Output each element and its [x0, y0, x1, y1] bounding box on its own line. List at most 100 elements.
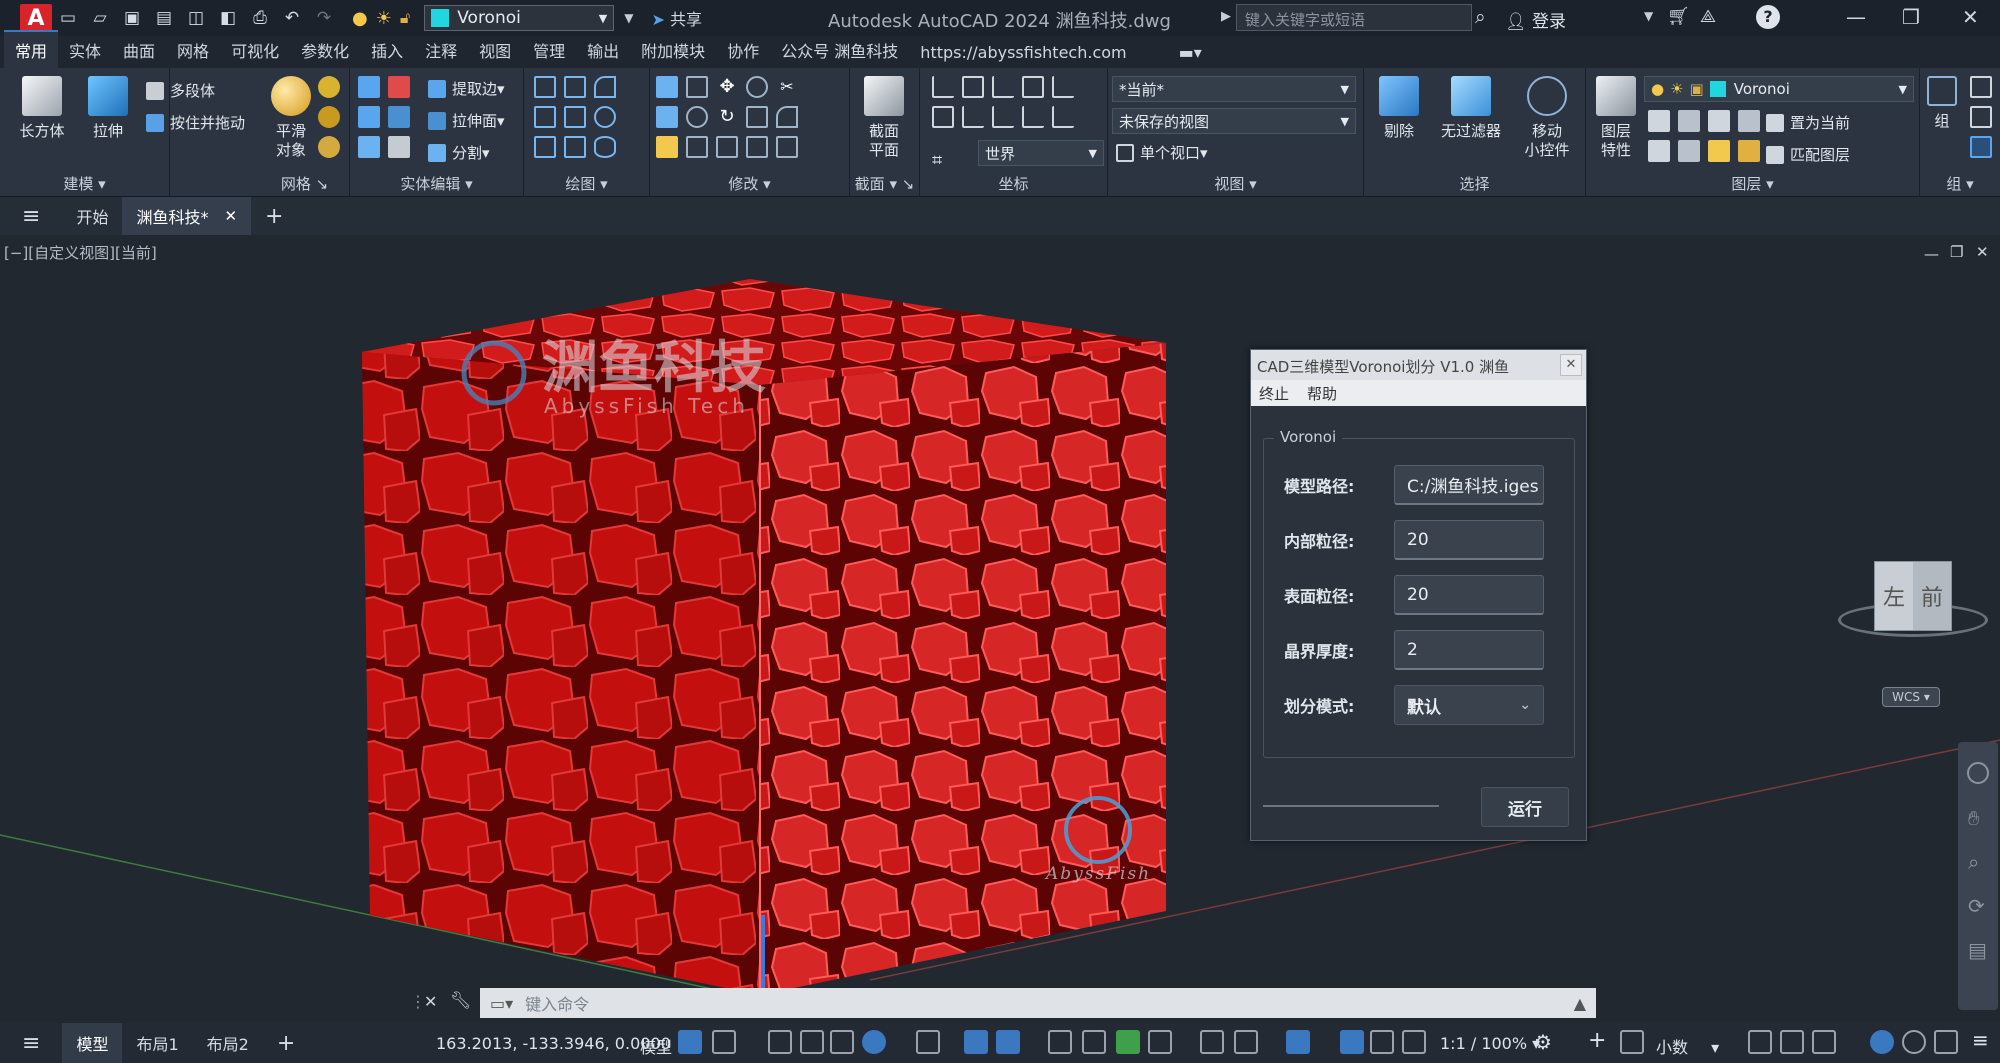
- save-as-icon[interactable]: ▤: [151, 5, 177, 31]
- single-viewport-button[interactable]: 单个视口 ▾: [1116, 142, 1208, 163]
- ucs-icon[interactable]: [932, 76, 954, 98]
- dynamic-input-icon[interactable]: [800, 1030, 824, 1054]
- isolate-objects-icon[interactable]: [1812, 1030, 1836, 1054]
- customization-icon[interactable]: ≡: [1972, 1028, 1989, 1052]
- panel-label-modify[interactable]: 修改 ▾: [650, 173, 849, 194]
- tab-home[interactable]: 常用: [4, 30, 59, 68]
- search-icon[interactable]: ⌕: [1475, 6, 1486, 28]
- tab-manage[interactable]: 管理: [522, 38, 576, 68]
- orbit-icon[interactable]: [686, 76, 708, 98]
- minimize-icon[interactable]: —: [1846, 5, 1866, 29]
- fillet-icon[interactable]: [776, 106, 798, 128]
- bulb-icon[interactable]: ●: [352, 8, 368, 29]
- group-edit-icon[interactable]: [1970, 106, 1992, 128]
- interfere-icon[interactable]: [388, 106, 410, 128]
- tab-parametric[interactable]: 参数化: [290, 38, 360, 68]
- rect-array-icon[interactable]: [776, 136, 798, 158]
- named-view-dropdown[interactable]: 未保存的视图 ▼: [1112, 108, 1356, 134]
- new-file-icon[interactable]: ▭: [55, 5, 81, 31]
- tab-website[interactable]: https://abyssfishtech.com: [909, 43, 1137, 68]
- cull-button[interactable]: 剔除: [1368, 76, 1430, 141]
- layer-unlock-icon[interactable]: [1738, 140, 1760, 162]
- steering-wheel-icon[interactable]: [1967, 762, 1989, 784]
- restore-icon[interactable]: ❐: [1902, 5, 1920, 29]
- mirror-icon[interactable]: [656, 76, 678, 98]
- help-icon[interactable]: ?: [1756, 5, 1780, 29]
- move-icon[interactable]: ✥: [716, 76, 738, 98]
- ucs-3point-icon[interactable]: [992, 76, 1014, 98]
- extract-edges-button[interactable]: 提取边 ▾: [428, 78, 505, 99]
- autocad-logo-icon[interactable]: A: [20, 4, 52, 32]
- panel-label-layers[interactable]: 图层 ▾: [1586, 173, 1919, 194]
- zoom-icon[interactable]: ⌕: [1968, 850, 1979, 874]
- intersect-icon[interactable]: [358, 106, 380, 128]
- gizmo-toggle-icon[interactable]: [1286, 1030, 1310, 1054]
- command-input[interactable]: ▭▾ 键入命令 ▲: [480, 988, 1596, 1018]
- rectangle-icon[interactable]: [564, 136, 586, 158]
- ellipse-icon[interactable]: [594, 136, 616, 158]
- offset-icon[interactable]: [716, 136, 738, 158]
- tab-layout2[interactable]: 布局2: [193, 1023, 263, 1063]
- spline-icon[interactable]: [534, 106, 556, 128]
- login-button[interactable]: 👤︎ 登录: [1505, 7, 1566, 32]
- trim-icon[interactable]: ✂: [776, 76, 798, 98]
- command-history-icon[interactable]: ▲: [1574, 994, 1586, 1013]
- ucs-origin-icon[interactable]: [1052, 106, 1074, 128]
- annotation-monitor-icon[interactable]: +: [1588, 1028, 1606, 1053]
- ucs-view-icon[interactable]: [962, 76, 984, 98]
- ucs-world-icon[interactable]: [932, 106, 954, 128]
- layer-unisolate-icon[interactable]: [1678, 140, 1700, 162]
- status-menu-icon[interactable]: ≡: [0, 1023, 62, 1063]
- lock-icon[interactable]: 🔓︎: [400, 8, 410, 28]
- arc-icon[interactable]: [594, 76, 616, 98]
- array-icon[interactable]: [746, 76, 768, 98]
- close-icon[interactable]: ✕: [1962, 5, 1979, 29]
- tab-annotate[interactable]: 注释: [414, 38, 468, 68]
- copy-icon[interactable]: [746, 106, 768, 128]
- ungroup-icon[interactable]: [1970, 76, 1992, 98]
- tab-insert[interactable]: 插入: [360, 38, 414, 68]
- model-space-toggle[interactable]: 模型: [640, 1034, 672, 1058]
- close-command-icon[interactable]: ✕: [424, 992, 437, 1011]
- inner-size-input[interactable]: 20: [1394, 520, 1544, 560]
- 3d-osnap-icon[interactable]: [1148, 1030, 1172, 1054]
- coordinate-readout[interactable]: 163.2013, -133.3946, 0.0000: [436, 1034, 671, 1053]
- surface-size-input[interactable]: 20: [1394, 575, 1544, 615]
- ucs-y-icon[interactable]: [992, 106, 1014, 128]
- print-icon[interactable]: ⎙: [247, 5, 273, 31]
- ucs-z-icon[interactable]: [1052, 76, 1074, 98]
- viewport-minimize-icon[interactable]: —: [1924, 245, 1939, 263]
- tab-visualize[interactable]: 可视化: [220, 38, 290, 68]
- layer-dropdown[interactable]: Voronoi ▼: [424, 5, 615, 31]
- add-layout-icon[interactable]: +: [263, 1023, 309, 1063]
- stretch-icon[interactable]: [656, 106, 678, 128]
- match-layer-button[interactable]: 匹配图层: [1766, 144, 1850, 165]
- polyline-icon[interactable]: [564, 76, 586, 98]
- tab-start[interactable]: 开始: [62, 197, 122, 235]
- tab-surface[interactable]: 曲面: [112, 38, 166, 68]
- tab-solid[interactable]: 实体: [58, 38, 112, 68]
- group-button[interactable]: 组: [1924, 76, 1960, 131]
- layer-on-icon[interactable]: [1648, 140, 1670, 162]
- panel-label-solid-edit[interactable]: 实体编辑 ▾: [350, 173, 523, 194]
- tab-addins[interactable]: 附加模块: [630, 38, 716, 68]
- command-prompt-icon[interactable]: ▭▾: [490, 994, 513, 1013]
- save-icon[interactable]: ▣: [119, 5, 145, 31]
- tab-output[interactable]: 输出: [576, 38, 630, 68]
- layer-thaw-icon[interactable]: [1708, 140, 1730, 162]
- chevron-right-icon[interactable]: ▶: [1221, 9, 1231, 24]
- set-current-button[interactable]: 置为当前: [1766, 112, 1850, 133]
- menu-icon[interactable]: ≡: [0, 197, 62, 235]
- ucs-named-icon[interactable]: ⌗: [932, 150, 942, 171]
- units-dropdown[interactable]: 小数 ▾: [1656, 1034, 1740, 1058]
- group-select-icon[interactable]: [1970, 136, 1992, 158]
- model-viewport[interactable]: 渊鱼科技 AbyssFish Tech AbyssFish [−][自定义视图]…: [0, 235, 2000, 1023]
- scale-icon[interactable]: [686, 136, 708, 158]
- slice-icon[interactable]: [358, 136, 380, 158]
- layer-off-icon[interactable]: [1648, 110, 1670, 132]
- dynamic-ucs-icon[interactable]: [1200, 1030, 1224, 1054]
- dialog-close-icon[interactable]: ✕: [1560, 354, 1582, 376]
- ucs-x-icon[interactable]: [962, 106, 984, 128]
- section-plane-button[interactable]: 截面 平面: [856, 76, 912, 160]
- layer-isolate-icon[interactable]: [1678, 110, 1700, 132]
